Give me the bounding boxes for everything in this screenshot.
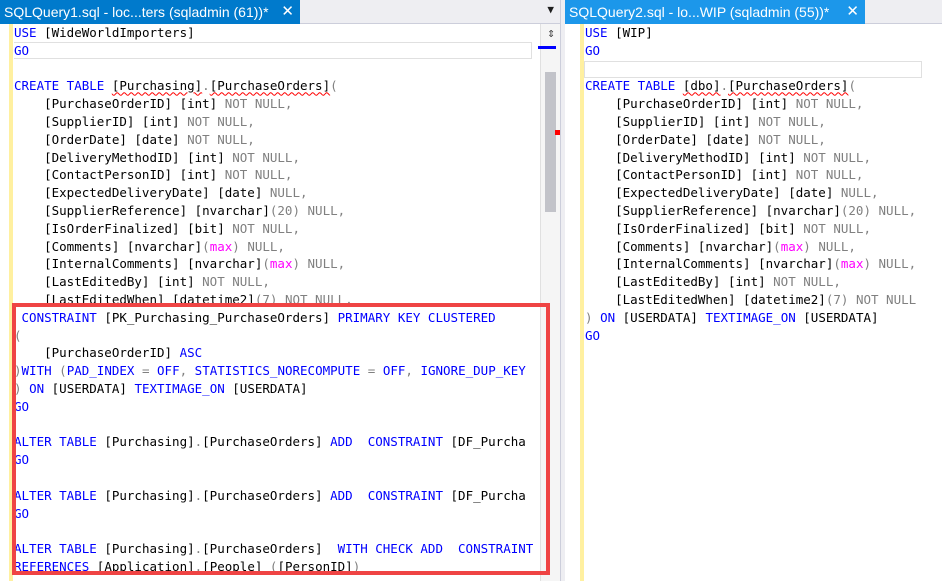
tab-sqlquery2[interactable]: SQLQuery2.sql - lo...WIP (sqladmin (55))… [565, 0, 865, 24]
code-line: [InternalComments] [nvarchar](max) NULL, [14, 256, 346, 272]
code-line: [LastEditedBy] [int] NOT NULL, [14, 274, 270, 290]
code-line: [SupplierID] [int] NOT NULL, [14, 113, 255, 129]
scrollbar-thumb[interactable] [545, 72, 556, 212]
code-line: [OrderDate] [date] NOT NULL, [585, 131, 826, 147]
code-line: [IsOrderFinalized] [bit] NOT NULL, [14, 220, 300, 236]
change-indicator-margin [565, 24, 584, 581]
code-line: ALTER TABLE [Purchasing].[PurchaseOrders… [14, 434, 526, 450]
close-icon[interactable]: ✕ [846, 2, 859, 20]
code-line: ALTER TABLE [Purchasing].[PurchaseOrders… [14, 541, 534, 557]
code-line: GO [14, 398, 30, 414]
code-line: GO [585, 42, 601, 58]
code-line: [DeliveryMethodID] [int] NOT NULL, [14, 149, 300, 165]
code-line: [PurchaseOrderID] [int] NOT NULL, [585, 96, 864, 112]
editor-pane-right: SQLQuery2.sql - lo...WIP (sqladmin (55))… [565, 0, 942, 581]
code-line: CONSTRAINT [PK_Purchasing_PurchaseOrders… [14, 309, 496, 325]
caret-position-marker [538, 46, 556, 49]
code-line: )WITH (PAD_INDEX = OFF, STATISTICS_NOREC… [14, 363, 526, 379]
code-line: −CREATE TABLE [Purchasing].[PurchaseOrde… [14, 77, 540, 95]
tab-title: SQLQuery1.sql - loc...ters (sqladmin (61… [4, 4, 269, 20]
code-line: [ExpectedDeliveryDate] [date] NULL, [14, 185, 308, 201]
code-line: [LastEditedWhen] [datetime2](7) NOT NULL [585, 291, 917, 307]
code-line: [LastEditedBy] [int] NOT NULL, [585, 274, 841, 290]
code-line: −CREATE TABLE [dbo].[PurchaseOrders]( [585, 77, 942, 95]
tab-bar-left: SQLQuery1.sql - loc...ters (sqladmin (61… [0, 0, 560, 24]
editor-pane-left: SQLQuery1.sql - loc...ters (sqladmin (61… [0, 0, 560, 581]
code-line: [Comments] [nvarchar](max) NULL, [14, 238, 285, 254]
vertical-scrollbar[interactable]: ⇕ [540, 24, 560, 581]
code-line: GO [14, 505, 30, 521]
code-line: REFERENCES [Application].[People] ([Pers… [14, 558, 361, 574]
tab-bar-right: SQLQuery2.sql - lo...WIP (sqladmin (55))… [565, 0, 942, 24]
code-line: GO [14, 452, 30, 468]
code-line: ) ON [USERDATA] TEXTIMAGE_ON [USERDATA] [14, 380, 308, 396]
tab-title: SQLQuery2.sql - lo...WIP (sqladmin (55))… [569, 4, 830, 20]
code-line: ALTER TABLE [Purchasing].[PurchaseOrders… [14, 487, 526, 503]
code-line: [SupplierID] [int] NOT NULL, [585, 113, 826, 129]
code-line: USE [WideWorldImporters] [14, 25, 195, 40]
code-line: [DeliveryMethodID] [int] NOT NULL, [585, 149, 871, 165]
code-line: GO [14, 41, 540, 60]
change-indicator-margin [0, 24, 13, 581]
code-line: [SupplierReference] [nvarchar](20) NULL, [14, 202, 346, 218]
close-icon[interactable]: ✕ [281, 2, 294, 20]
code-line: [PurchaseOrderID] ASC [14, 345, 203, 361]
code-line: [LastEditedWhen] [datetime2](7) NOT NULL… [14, 291, 353, 307]
code-line: USE [WIP] [585, 25, 653, 40]
chevron-down-icon[interactable]: ▼ [547, 3, 554, 16]
code-editor-left[interactable]: USE [WideWorldImporters] GO −CREATE TABL… [14, 24, 540, 581]
code-line: ) ON [USERDATA] TEXTIMAGE_ON [USERDATA] [585, 309, 879, 325]
code-line: [PurchaseOrderID] [int] NOT NULL, [14, 96, 293, 112]
code-line: [OrderDate] [date] NOT NULL, [14, 131, 255, 147]
code-line: [Comments] [nvarchar](max) NULL, [585, 238, 856, 254]
code-line: [InternalComments] [nvarchar](max) NULL, [585, 256, 917, 272]
split-icon[interactable]: ⇕ [543, 26, 559, 42]
code-line: [ExpectedDeliveryDate] [date] NULL, [585, 185, 879, 201]
tab-sqlquery1[interactable]: SQLQuery1.sql - loc...ters (sqladmin (61… [0, 0, 300, 24]
code-editor-right[interactable]: USE [WIP] GO −CREATE TABLE [dbo].[Purcha… [585, 24, 942, 581]
code-line: [ContactPersonID] [int] NOT NULL, [585, 167, 864, 183]
code-line: [ContactPersonID] [int] NOT NULL, [14, 167, 293, 183]
code-line: [IsOrderFinalized] [bit] NOT NULL, [585, 220, 871, 236]
code-line: [SupplierReference] [nvarchar](20) NULL, [585, 202, 917, 218]
code-line: ( [14, 327, 22, 343]
code-line: GO [585, 327, 601, 343]
